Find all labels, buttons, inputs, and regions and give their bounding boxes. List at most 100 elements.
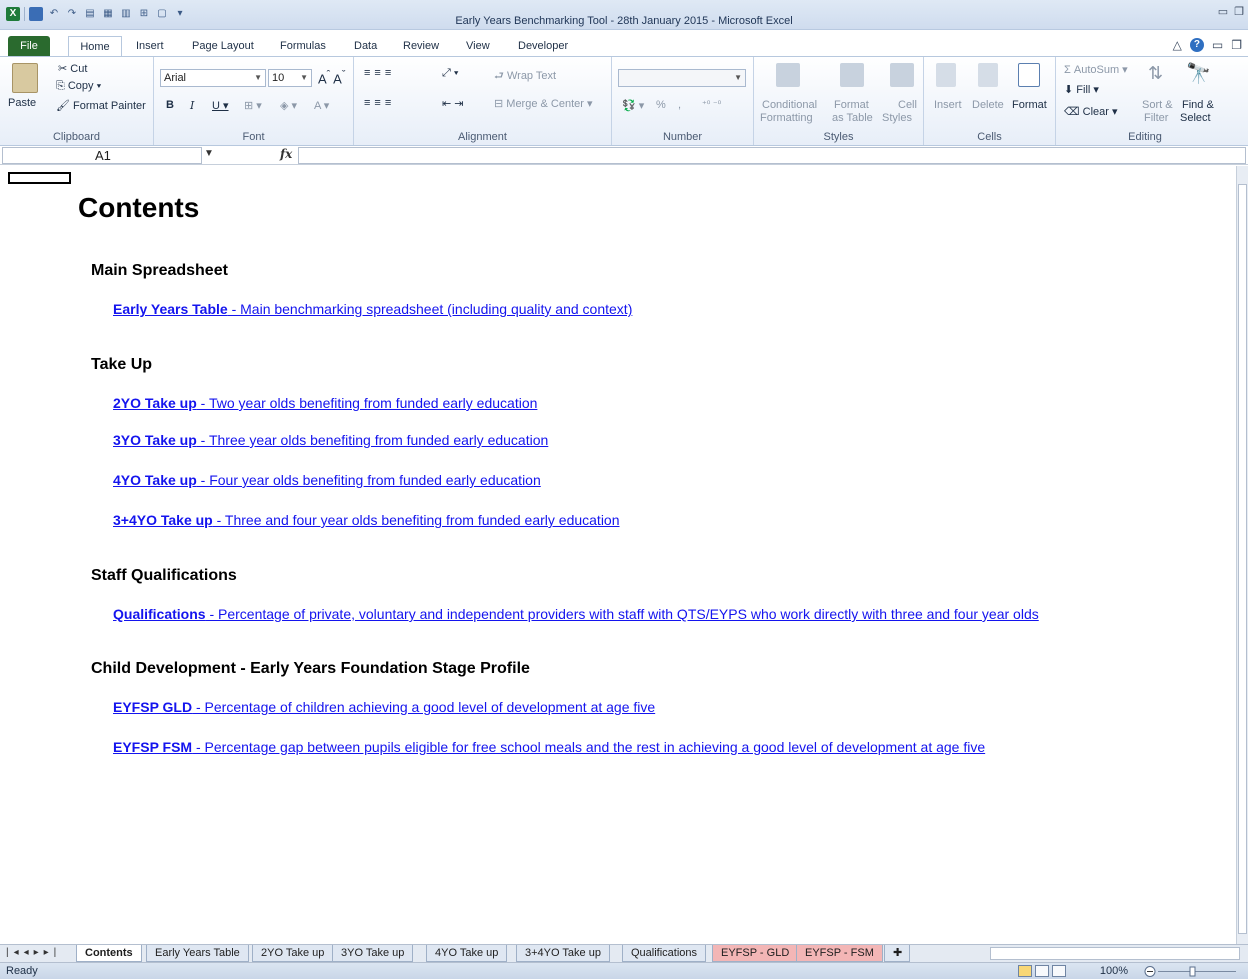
tab-view[interactable]: View	[460, 36, 496, 56]
sheet-tab-eyfsp-gld[interactable]: EYFSP - GLD	[712, 945, 799, 962]
sheet-tab-2yo[interactable]: 2YO Take up	[252, 945, 334, 962]
tab-insert[interactable]: Insert	[130, 36, 170, 56]
currency-icon[interactable]: 💱 ▾	[622, 99, 644, 112]
font-name-select[interactable]: Arial ▼	[160, 69, 266, 87]
fill-label: Fill	[1076, 84, 1091, 96]
conditional-formatting-label2: Formatting	[760, 112, 813, 124]
sheet-tab-3-4yo[interactable]: 3+4YO Take up	[516, 945, 610, 962]
paste-button[interactable]: Paste	[8, 97, 36, 109]
comma-button[interactable]: ,	[678, 99, 681, 111]
insert-cells-button[interactable]: Insert	[934, 99, 962, 111]
sheet-tab-eyfsp-fsm[interactable]: EYFSP - FSM	[796, 945, 883, 962]
doc-minimize-icon[interactable]: ▭	[1212, 38, 1223, 52]
sort-filter-button[interactable]: Sort &	[1142, 99, 1173, 111]
sheet-tab-contents[interactable]: Contents	[76, 945, 142, 962]
find-select-button[interactable]: Find &	[1182, 99, 1214, 111]
scrollbar-thumb[interactable]	[1238, 184, 1247, 934]
minimize-ribbon-icon[interactable]: △	[1173, 38, 1182, 52]
orientation-icon[interactable]: ⤢ ▾	[442, 67, 458, 80]
sheet-tab-4yo[interactable]: 4YO Take up	[426, 945, 508, 962]
name-box-dropdown-icon[interactable]: ▼	[204, 148, 214, 159]
format-painter-button[interactable]: 🖌 Format Painter	[56, 99, 146, 112]
vertical-align-icons[interactable]: ≡≡≡	[364, 67, 395, 79]
decimal-icons[interactable]: ⁺⁰ ⁻⁰	[702, 99, 721, 110]
delete-cells-icon	[978, 63, 998, 87]
status-bar: Ready 100%	[0, 962, 1248, 979]
link-2yo-take-up[interactable]: 2YO Take up - Two year olds benefiting f…	[113, 395, 537, 411]
font-color-icon[interactable]: A ▾	[314, 99, 329, 112]
cell-styles-label2: Styles	[882, 112, 912, 124]
tab-data[interactable]: Data	[348, 36, 383, 56]
cell-styles-button[interactable]: Cell	[898, 99, 917, 111]
name-box[interactable]: A1	[2, 147, 202, 164]
restore-icon[interactable]: ❐	[1234, 5, 1244, 18]
zoom-slider[interactable]	[1144, 966, 1244, 977]
link-eyfsp-fsm[interactable]: EYFSP FSM - Percentage gap between pupil…	[113, 739, 985, 755]
percent-button[interactable]: %	[656, 99, 666, 111]
merge-center-button[interactable]: ⊟ Merge & Center ▾	[494, 97, 593, 110]
sheet-tab-qualifications[interactable]: Qualifications	[622, 945, 707, 962]
tab-developer[interactable]: Developer	[512, 36, 574, 56]
link-3-4yo-take-up[interactable]: 3+4YO Take up - Three and four year olds…	[113, 512, 620, 528]
formula-input[interactable]	[298, 147, 1246, 164]
autosum-button[interactable]: Σ AutoSum ▾	[1064, 63, 1128, 76]
horizontal-align-icons[interactable]: ≡≡≡	[364, 97, 395, 109]
sheet-tab-3yo[interactable]: 3YO Take up	[332, 945, 414, 962]
clipboard-group: Paste ✂ Cut ⎘ Copy ▾ 🖌 Format Painter Cl…	[0, 57, 154, 145]
chevron-down-icon: ▼	[734, 73, 742, 82]
conditional-formatting-button[interactable]: Conditional	[762, 99, 817, 111]
delete-cells-button[interactable]: Delete	[972, 99, 1004, 111]
tab-home[interactable]: Home	[68, 36, 122, 56]
page-break-view-icon[interactable]	[1052, 965, 1066, 977]
copy-button[interactable]: ⎘ Copy ▾	[56, 80, 101, 93]
link-4yo-take-up[interactable]: 4YO Take up - Four year olds benefiting …	[113, 472, 541, 488]
formula-bar: A1 ▼ fx	[0, 146, 1248, 165]
help-icon[interactable]: ?	[1189, 38, 1204, 52]
clear-button[interactable]: ⌫ Clear ▾	[1064, 105, 1118, 118]
minimize-icon[interactable]: ▭	[1218, 5, 1228, 18]
link-early-years-table[interactable]: Early Years Table - Main benchmarking sp…	[113, 301, 632, 317]
link-eyfsp-gld[interactable]: EYFSP GLD - Percentage of children achie…	[113, 699, 655, 715]
link-name: Early Years Table	[113, 301, 228, 317]
number-group: ▼ 💱 ▾ % , ⁺⁰ ⁻⁰ Number	[612, 57, 754, 145]
tab-formulas[interactable]: Formulas	[274, 36, 332, 56]
sheet-tab-early-years-table[interactable]: Early Years Table	[146, 945, 249, 962]
format-cells-button[interactable]: Format	[1012, 99, 1047, 111]
section-staff-qualifications: Staff Qualifications	[91, 567, 237, 584]
tab-file[interactable]: File	[8, 36, 50, 56]
clipboard-group-label: Clipboard	[52, 131, 101, 143]
sheet-nav-buttons[interactable]: |◂◂▸▸|	[6, 947, 61, 958]
font-group-label: Font	[242, 131, 265, 143]
italic-button[interactable]: I	[190, 99, 194, 112]
vertical-scrollbar[interactable]	[1236, 166, 1248, 944]
horizontal-scrollbar[interactable]	[990, 947, 1240, 960]
number-group-label: Number	[662, 131, 703, 143]
paste-icon[interactable]	[12, 63, 38, 93]
fill-button[interactable]: ⬇ Fill ▾	[1064, 83, 1099, 96]
format-as-table-button[interactable]: Format	[834, 99, 869, 111]
normal-view-icon[interactable]	[1018, 965, 1032, 977]
font-size-select[interactable]: 10 ▼	[268, 69, 312, 87]
indent-icons[interactable]: ⇤ ⇥	[442, 97, 464, 110]
tab-page-layout[interactable]: Page Layout	[186, 36, 260, 56]
link-qualifications[interactable]: Qualifications - Percentage of private, …	[113, 606, 1039, 622]
number-format-select[interactable]: ▼	[618, 69, 746, 87]
bold-button[interactable]: B	[166, 99, 174, 111]
zoom-level[interactable]: 100%	[1100, 965, 1128, 977]
fill-color-icon[interactable]: ◈ ▾	[280, 99, 297, 112]
wrap-text-button[interactable]: ⮐ Wrap Text	[494, 67, 556, 86]
insert-sheet-icon[interactable]: ✚	[884, 945, 910, 962]
active-cell-a1[interactable]	[8, 172, 71, 184]
fill-down-icon: ⬇	[1064, 84, 1077, 96]
doc-restore-icon[interactable]: ❐	[1231, 38, 1242, 52]
borders-icon[interactable]: ⊞ ▾	[244, 99, 262, 112]
underline-button[interactable]: U ▾	[212, 99, 229, 112]
grow-font-icon[interactable]: Aˆ Aˇ	[318, 69, 345, 86]
page-layout-view-icon[interactable]	[1035, 965, 1049, 977]
link-3yo-take-up[interactable]: 3YO Take up - Three year olds benefiting…	[113, 432, 548, 448]
tab-review[interactable]: Review	[397, 36, 445, 56]
cells-group: Insert Delete Format Cells	[924, 57, 1056, 145]
link-name: EYFSP FSM	[113, 739, 193, 755]
insert-function-icon[interactable]: fx	[280, 147, 292, 161]
cut-button[interactable]: ✂ Cut	[58, 62, 87, 75]
